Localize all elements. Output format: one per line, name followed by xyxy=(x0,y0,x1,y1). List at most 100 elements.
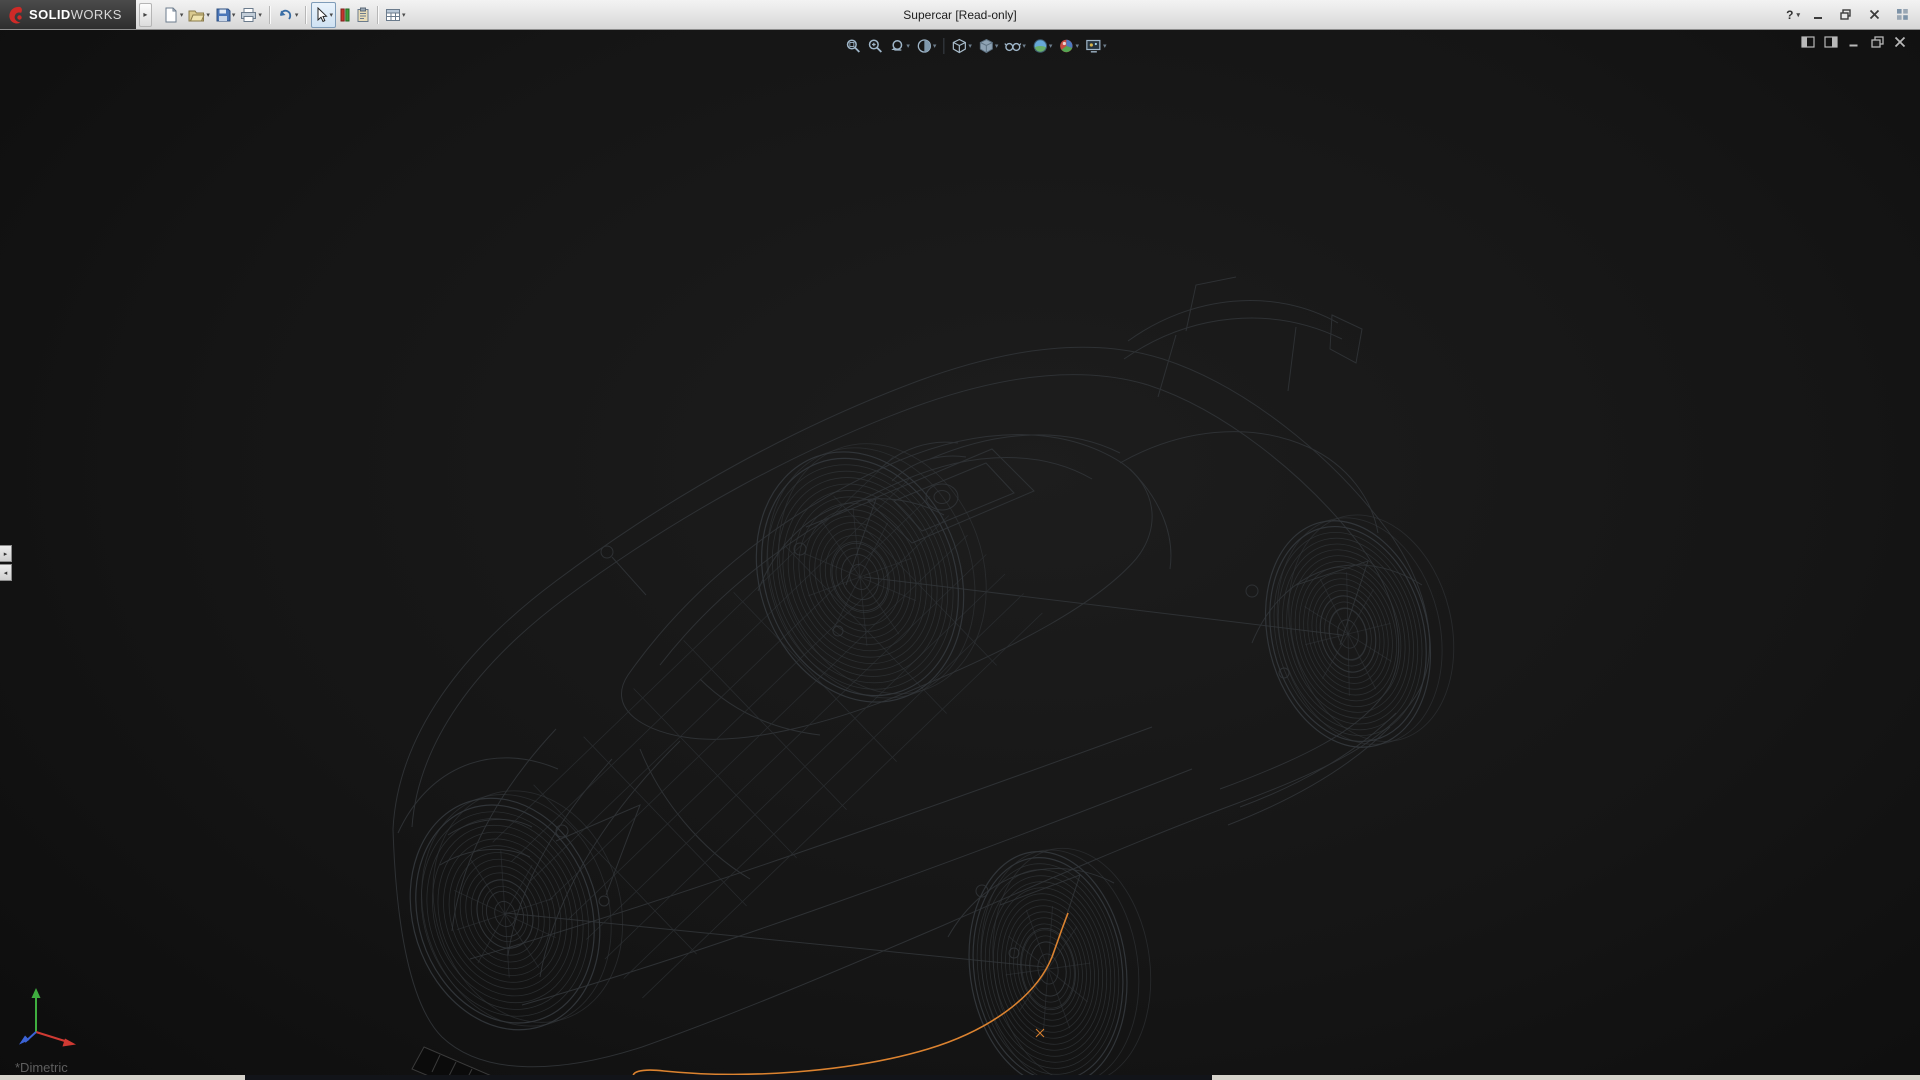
edit-appearance-caret[interactable]: ▾ xyxy=(1075,42,1079,50)
section-view-caret[interactable]: ▾ xyxy=(933,42,937,50)
pane-right-button[interactable] xyxy=(1823,34,1839,49)
display-style-button[interactable]: ▾ xyxy=(976,35,1001,57)
toolbar-separator xyxy=(305,6,306,24)
restore-button[interactable] xyxy=(1836,6,1856,24)
view-settings-button[interactable]: ▾ xyxy=(1083,35,1109,57)
view-settings-caret[interactable]: ▾ xyxy=(1103,42,1107,50)
appearance-bars-icon xyxy=(339,7,351,23)
zoom-to-area-button[interactable] xyxy=(865,35,885,57)
pane-left-button[interactable] xyxy=(1800,34,1816,49)
apps-grid-icon xyxy=(1896,8,1909,21)
help-label: ? xyxy=(1786,8,1793,22)
doc-minimize-button[interactable] xyxy=(1846,34,1862,49)
doc-restore-icon xyxy=(1871,36,1884,48)
view-settings-icon xyxy=(1085,38,1102,54)
wireframe-model[interactable] xyxy=(0,29,1920,1080)
save-document-icon xyxy=(215,7,231,23)
file-properties-icon xyxy=(356,7,370,23)
logo-text-bold: SOLID xyxy=(29,7,71,22)
solidworks-logo: SOLIDWORKS xyxy=(0,0,136,29)
open-document-caret[interactable]: ▾ xyxy=(206,11,210,19)
apply-scene-icon xyxy=(1032,38,1048,54)
panel-expand-button[interactable]: ▸ xyxy=(0,545,12,562)
select-tool-button[interactable]: ▾ xyxy=(311,2,336,28)
print-document-icon xyxy=(240,7,257,23)
reference-triad xyxy=(16,980,94,1052)
panel-collapse-button[interactable]: ◂ xyxy=(0,564,12,581)
standard-toolbar: ▾ ▾ ▾ ▾ xyxy=(161,2,408,28)
appearance-bars-button[interactable] xyxy=(337,3,353,27)
save-document-button[interactable]: ▾ xyxy=(213,3,238,27)
options-table-caret[interactable]: ▾ xyxy=(402,11,406,19)
file-properties-button[interactable] xyxy=(354,3,372,27)
section-view-icon xyxy=(916,38,932,54)
logo-text: SOLIDWORKS xyxy=(29,7,122,22)
minimize-button[interactable] xyxy=(1808,6,1828,24)
titlebar: SOLIDWORKS ▸ ▾ ▾ ▾ xyxy=(0,0,1920,30)
undo-button[interactable]: ▾ xyxy=(275,3,301,27)
chassis-wireframe[interactable] xyxy=(493,457,1043,998)
logo-text-light: WORKS xyxy=(71,7,122,22)
display-style-icon xyxy=(978,38,994,54)
previous-view-icon xyxy=(889,38,905,54)
toolbar-separator xyxy=(377,6,378,24)
close-button[interactable] xyxy=(1864,6,1884,24)
open-document-icon xyxy=(188,7,205,23)
restore-icon xyxy=(1840,9,1852,20)
display-style-caret[interactable]: ▾ xyxy=(995,42,999,50)
close-icon xyxy=(1869,9,1880,20)
toolbar-separator xyxy=(269,6,270,24)
apply-scene-caret[interactable]: ▾ xyxy=(1049,42,1053,50)
undo-icon xyxy=(277,7,294,23)
hide-show-items-caret[interactable]: ▾ xyxy=(1022,42,1026,50)
help-button[interactable]: ? ▾ xyxy=(1786,8,1800,22)
select-cursor-icon xyxy=(314,7,328,23)
graphics-viewport[interactable]: ▾ ▾ ▾ ▾ xyxy=(0,29,1920,1080)
feature-panel-flyout: ▸ ◂ xyxy=(0,545,12,581)
toolbar-expander[interactable]: ▸ xyxy=(139,3,152,27)
doc-close-icon xyxy=(1894,36,1906,48)
pane-left-icon xyxy=(1801,36,1815,48)
print-document-caret[interactable]: ▾ xyxy=(258,11,262,19)
headsup-view-toolbar: ▾ ▾ ▾ ▾ xyxy=(843,35,1108,57)
apply-scene-button[interactable]: ▾ xyxy=(1030,35,1055,57)
zoom-to-fit-icon xyxy=(845,38,861,54)
previous-view-button[interactable]: ▾ xyxy=(887,35,912,57)
apps-grid-button[interactable] xyxy=(1892,6,1912,24)
zoom-to-fit-button[interactable] xyxy=(843,35,863,57)
doc-close-button[interactable] xyxy=(1892,34,1908,49)
zoom-to-area-icon xyxy=(867,38,883,54)
doc-minimize-icon xyxy=(1848,36,1860,48)
edit-appearance-button[interactable]: ▾ xyxy=(1056,35,1081,57)
print-document-button[interactable]: ▾ xyxy=(238,3,264,27)
titlebar-window-controls: ? ▾ xyxy=(1786,6,1920,24)
view-orientation-button[interactable]: ▾ xyxy=(949,35,974,57)
view-orientation-label: *Dimetric xyxy=(15,1060,68,1075)
new-document-caret[interactable]: ▾ xyxy=(180,11,184,19)
new-document-icon xyxy=(163,7,179,23)
previous-view-caret[interactable]: ▾ xyxy=(906,42,910,50)
view-orientation-caret[interactable]: ▾ xyxy=(968,42,972,50)
status-bar xyxy=(0,1075,1920,1080)
hide-show-items-button[interactable]: ▾ xyxy=(1002,35,1028,57)
new-document-button[interactable]: ▾ xyxy=(161,3,186,27)
status-bar-dark-segment xyxy=(245,1075,1212,1080)
options-table-icon xyxy=(385,7,401,23)
select-tool-caret[interactable]: ▾ xyxy=(329,11,333,19)
hide-show-items-icon xyxy=(1004,38,1021,54)
options-table-button[interactable]: ▾ xyxy=(383,3,408,27)
wheels-wireframe[interactable] xyxy=(381,414,1477,1080)
minimize-icon xyxy=(1813,9,1824,20)
save-document-caret[interactable]: ▾ xyxy=(232,11,236,19)
headsup-separator xyxy=(943,38,944,54)
help-caret[interactable]: ▾ xyxy=(1796,11,1800,19)
undo-caret[interactable]: ▾ xyxy=(295,11,299,19)
section-view-button[interactable]: ▾ xyxy=(914,35,939,57)
edit-appearance-icon xyxy=(1058,38,1074,54)
car-body-wireframe[interactable] xyxy=(393,277,1430,1080)
open-document-button[interactable]: ▾ xyxy=(186,3,212,27)
document-window-controls xyxy=(1800,34,1908,49)
solidworks-logo-icon xyxy=(8,6,24,24)
doc-restore-button[interactable] xyxy=(1869,34,1885,49)
pane-right-icon xyxy=(1824,36,1838,48)
